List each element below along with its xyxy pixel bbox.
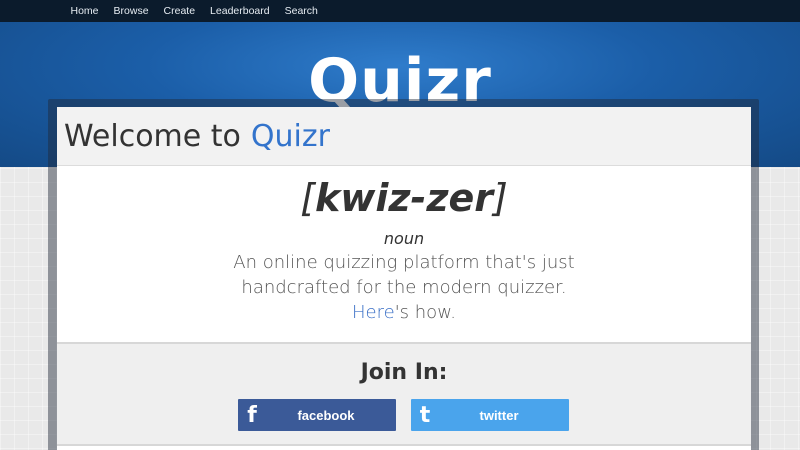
definition-text: An online quizzing platform that's just … xyxy=(57,250,751,325)
nav-create[interactable]: Create xyxy=(164,5,196,17)
join-title: Join In: xyxy=(360,360,448,385)
welcome-prefix: Welcome to xyxy=(64,118,241,154)
nav-search[interactable]: Search xyxy=(285,5,318,17)
pronunciation-open-bracket: [ xyxy=(300,176,316,220)
top-nav: Home Browse Create Leaderboard Search xyxy=(0,0,800,22)
pronunciation-close-bracket: ] xyxy=(492,176,508,220)
twitter-icon: t xyxy=(419,402,431,428)
definition-line-1: An online quizzing platform that's just xyxy=(233,252,575,273)
definition-section: [kwiz-zer] noun An online quizzing platf… xyxy=(57,166,751,342)
welcome-brand: Quizr xyxy=(250,118,330,154)
twitter-label: twitter xyxy=(479,407,519,423)
welcome-heading: Welcome to Quizr xyxy=(57,107,751,166)
pronunciation-word: kwiz-zer xyxy=(315,176,493,220)
facebook-button[interactable]: f facebook xyxy=(238,399,396,431)
nav-home[interactable]: Home xyxy=(71,5,99,17)
facebook-label: facebook xyxy=(297,407,355,423)
definition-line-2: handcrafted for the modern quizzer. xyxy=(241,277,567,298)
part-of-speech: noun xyxy=(383,229,425,248)
facebook-icon: f xyxy=(247,402,257,428)
here-link[interactable]: Here xyxy=(352,302,395,323)
join-section: Join In: f facebook t twitter xyxy=(57,342,751,446)
welcome-card: Welcome to Quizr [kwiz-zer] noun An onlin… xyxy=(57,107,751,450)
twitter-button[interactable]: t twitter xyxy=(411,399,569,431)
pronunciation: [kwiz-zer] xyxy=(57,176,751,220)
definition-line-3: Here's how. xyxy=(57,300,751,325)
nav-browse[interactable]: Browse xyxy=(114,5,149,17)
nav-leaderboard[interactable]: Leaderboard xyxy=(210,5,270,17)
here-link-suffix: 's how. xyxy=(394,302,456,323)
